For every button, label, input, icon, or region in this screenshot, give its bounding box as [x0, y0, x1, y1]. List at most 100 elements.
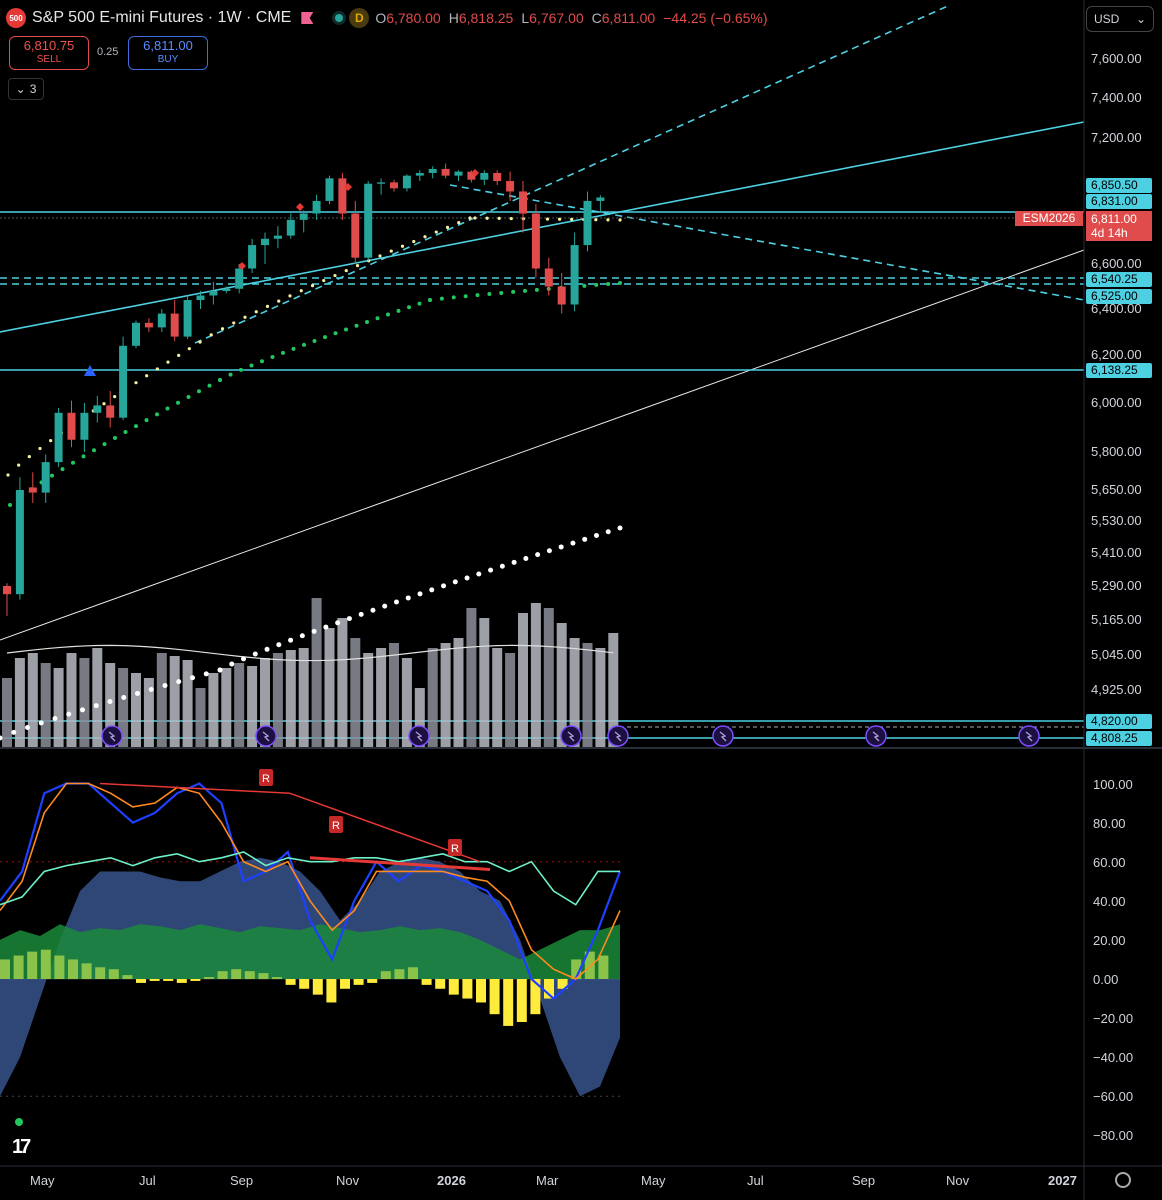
yellow-dot — [220, 327, 225, 331]
price-axis-label: 6,600.00 — [1091, 256, 1142, 271]
histogram-bar — [95, 967, 106, 979]
histogram-bar — [258, 973, 269, 979]
candle-body — [3, 586, 11, 595]
event-marker[interactable] — [607, 725, 629, 747]
candle-body — [441, 168, 450, 176]
volume-bar — [595, 648, 606, 748]
volume-bar — [79, 658, 90, 748]
indicators-toggle[interactable]: ⌄ 3 — [8, 78, 44, 100]
yellow-dot — [265, 304, 270, 308]
green-dot — [218, 378, 222, 382]
white-dot — [582, 536, 588, 542]
candle-body — [67, 412, 76, 440]
candle-body — [570, 245, 579, 305]
price-tag: 4,808.25 — [1086, 731, 1152, 746]
candle-body — [183, 300, 192, 337]
green-dot — [207, 383, 212, 388]
candle-body — [377, 182, 386, 184]
white-dot — [370, 607, 376, 613]
green-dot — [260, 359, 264, 364]
market-status-icon[interactable] — [335, 14, 344, 22]
symbol-title[interactable]: S&P 500 E-mini Futures · 1W · CME — [32, 9, 291, 27]
yellow-dot — [400, 244, 405, 248]
event-marker[interactable] — [408, 725, 430, 747]
chart-canvas[interactable]: R R R — [0, 0, 1162, 1200]
event-marker[interactable] — [1018, 725, 1040, 747]
volume-bar — [505, 653, 516, 748]
currency-select[interactable]: USD ⌄ — [1086, 6, 1154, 32]
yellow-dot — [412, 239, 416, 244]
green-dot — [499, 290, 504, 295]
yellow-dot — [310, 284, 315, 288]
green-dot — [239, 367, 243, 372]
histogram-bar — [204, 977, 214, 979]
event-marker[interactable] — [101, 725, 123, 747]
histogram-bar — [516, 979, 527, 1023]
white-dot — [93, 703, 99, 709]
price-tag: 6,525.00 — [1086, 289, 1152, 304]
sell-price: 6,810.75 — [23, 38, 75, 53]
symbol-logo-icon[interactable]: 500 — [6, 8, 26, 28]
volume-bar — [2, 678, 12, 748]
candle-body — [273, 235, 282, 239]
flag-icon[interactable] — [301, 12, 314, 24]
volume-bar — [298, 648, 309, 748]
candle-body — [132, 322, 140, 346]
yellow-dot — [509, 216, 513, 221]
candle-body — [351, 213, 360, 258]
candle-body — [480, 172, 489, 180]
candle-body — [54, 412, 63, 463]
buy-button[interactable]: 6,811.00 BUY — [128, 36, 208, 70]
yellow-dot — [367, 259, 371, 263]
volume-bar — [582, 643, 593, 748]
histogram-bar — [367, 979, 378, 983]
white-dot — [135, 690, 140, 696]
candle-body — [196, 295, 205, 300]
white-dot — [523, 555, 529, 561]
low-value: 6,767.00 — [529, 10, 584, 26]
event-marker[interactable] — [255, 725, 277, 747]
sell-button[interactable]: 6,810.75 SELL — [9, 36, 89, 70]
volume-bar — [285, 650, 296, 748]
currency-label: USD — [1094, 12, 1120, 26]
yellow-dot — [344, 268, 348, 273]
interval-badge[interactable]: D — [349, 8, 370, 28]
time-axis-label: Mar — [536, 1173, 559, 1188]
yellow-dot — [49, 439, 53, 443]
tradingview-logo-icon[interactable]: 17 — [12, 1136, 31, 1159]
gear-icon[interactable] — [1115, 1172, 1131, 1188]
yellow-dot — [254, 310, 258, 314]
event-marker[interactable] — [560, 725, 582, 747]
yellow-dot — [468, 216, 472, 220]
event-marker[interactable] — [865, 725, 887, 747]
candle-body — [235, 268, 244, 289]
candle-body — [544, 268, 553, 287]
histogram-bar — [435, 979, 446, 989]
volume-bar — [440, 643, 451, 748]
price-axis-label: 4,925.00 — [1091, 682, 1142, 697]
volume-bar — [131, 673, 141, 748]
signal-dot — [15, 1118, 23, 1126]
volume-bar — [530, 603, 541, 748]
green-dot — [165, 406, 170, 411]
white-dot — [511, 559, 517, 565]
green-dot — [228, 372, 233, 377]
candle-body — [93, 405, 102, 413]
green-dot — [71, 460, 75, 465]
green-dot — [386, 312, 390, 317]
event-marker[interactable] — [712, 725, 734, 747]
histogram-bar — [394, 969, 405, 979]
white-dot — [148, 686, 154, 692]
volume-bar — [92, 648, 103, 748]
price-axis-label: 6,000.00 — [1091, 395, 1142, 410]
green-dot — [463, 294, 468, 299]
price-axis-label: 6,200.00 — [1091, 347, 1142, 362]
candle-body — [119, 345, 128, 418]
price-axis-label: 7,200.00 — [1091, 130, 1142, 145]
yellow-dot — [618, 218, 622, 222]
open-value: 6,780.00 — [386, 10, 441, 26]
white-dot — [11, 729, 17, 735]
oscillator-axis-label: −80.00 — [1093, 1128, 1134, 1143]
white-dot — [405, 595, 411, 601]
green-dot — [281, 350, 285, 355]
